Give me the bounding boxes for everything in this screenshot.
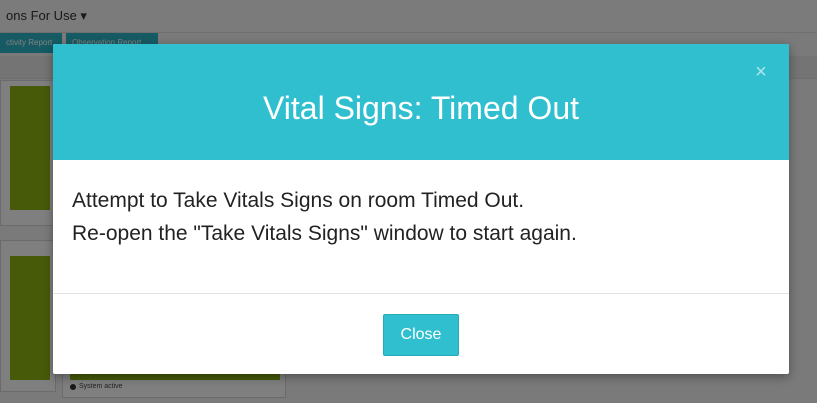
dialog-title: Vital Signs: Timed Out: [263, 90, 579, 126]
dialog-message-line-1: Attempt to Take Vitals Signs on room Tim…: [72, 189, 525, 212]
timed-out-dialog: Vital Signs: Timed Out × Attempt to Take…: [53, 44, 789, 374]
dialog-message-line-2: Re-open the "Take Vitals Signs" window t…: [72, 222, 577, 245]
dialog-body: Attempt to Take Vitals Signs on room Tim…: [53, 160, 789, 294]
close-button[interactable]: Close: [383, 314, 459, 356]
dialog-header: Vital Signs: Timed Out ×: [53, 44, 789, 160]
close-icon[interactable]: ×: [751, 62, 771, 82]
dialog-footer: Close: [53, 294, 789, 374]
